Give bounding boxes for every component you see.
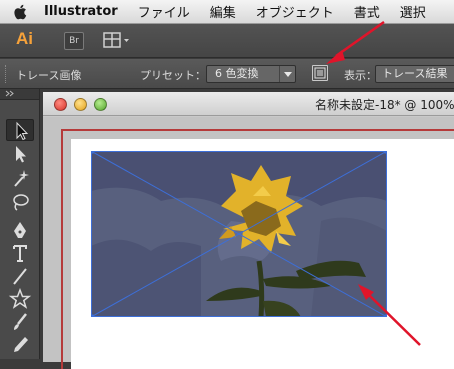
menu-file[interactable]: ファイル xyxy=(138,2,190,21)
type-tool-icon xyxy=(13,245,27,262)
menu-object[interactable]: オブジェクト xyxy=(256,2,334,21)
document-window: 名称未設定-18* @ 100% xyxy=(43,92,454,369)
canvas-area[interactable] xyxy=(43,117,454,369)
lasso-tool-icon xyxy=(13,194,29,211)
line-tool-icon xyxy=(13,268,27,285)
menu-type[interactable]: 書式 xyxy=(354,2,380,21)
menu-select[interactable]: 選択 xyxy=(400,2,426,21)
menu-edit[interactable]: 編集 xyxy=(210,2,236,21)
close-window-button[interactable] xyxy=(54,98,67,111)
control-bar: トレース画像 プリセット： 6 色変換 表示： トレース結果 xyxy=(0,59,454,89)
arrange-documents-button[interactable] xyxy=(103,32,131,50)
image-trace-panel-button[interactable] xyxy=(312,65,328,81)
magic-wand-tool-icon xyxy=(14,170,29,187)
menu-app-name[interactable]: Illustrator xyxy=(44,4,118,19)
traced-sunflower-image[interactable] xyxy=(91,151,387,317)
preset-label: プリセット： xyxy=(140,69,206,82)
artboard[interactable] xyxy=(71,139,454,369)
selection-tool[interactable] xyxy=(6,119,34,141)
chevron-down-icon xyxy=(279,66,295,82)
image-trace-panel-icon xyxy=(314,67,326,79)
application-bar: Ai Br xyxy=(0,24,454,58)
selected-object-label: トレース画像 xyxy=(16,69,82,82)
preset-value: 6 色変換 xyxy=(215,67,259,80)
apple-icon[interactable] xyxy=(14,0,38,24)
magic-wand-tool[interactable] xyxy=(6,167,34,189)
control-bar-grip[interactable] xyxy=(5,65,8,83)
minimize-window-button[interactable] xyxy=(74,98,87,111)
illustrator-logo: Ai xyxy=(16,29,33,48)
paintbrush-tool[interactable] xyxy=(6,311,34,333)
document-title-bar[interactable]: 名称未設定-18* @ 100% xyxy=(43,92,454,116)
star-tool-icon xyxy=(8,287,32,309)
pencil-tool[interactable] xyxy=(6,334,34,356)
pencil-tool-icon xyxy=(14,337,28,352)
pen-tool-icon xyxy=(14,222,26,238)
bridge-button[interactable]: Br xyxy=(64,32,84,50)
view-dropdown[interactable]: トレース結果 xyxy=(375,65,454,83)
selection-tool-icon xyxy=(16,121,29,141)
type-tool[interactable] xyxy=(6,242,34,264)
direct-selection-tool[interactable] xyxy=(6,143,34,165)
zoom-window-button[interactable] xyxy=(94,98,107,111)
view-value: トレース結果 xyxy=(382,67,448,80)
lasso-tool[interactable] xyxy=(6,191,34,213)
line-tool[interactable] xyxy=(6,265,34,287)
document-title: 名称未設定-18* @ 100% xyxy=(315,98,454,112)
tools-panel-collapse[interactable] xyxy=(0,89,39,100)
paintbrush-tool-icon xyxy=(14,313,27,330)
view-label: 表示： xyxy=(344,69,377,82)
tools-panel xyxy=(0,89,40,359)
menu-bar: Illustrator ファイル 編集 オブジェクト 書式 選択 xyxy=(0,0,454,24)
arrange-documents-icon xyxy=(103,32,129,48)
preset-dropdown[interactable]: 6 色変換 xyxy=(206,65,296,83)
direct-selection-tool-icon xyxy=(16,146,26,163)
pen-tool[interactable] xyxy=(6,219,34,241)
star-tool[interactable] xyxy=(6,287,34,310)
